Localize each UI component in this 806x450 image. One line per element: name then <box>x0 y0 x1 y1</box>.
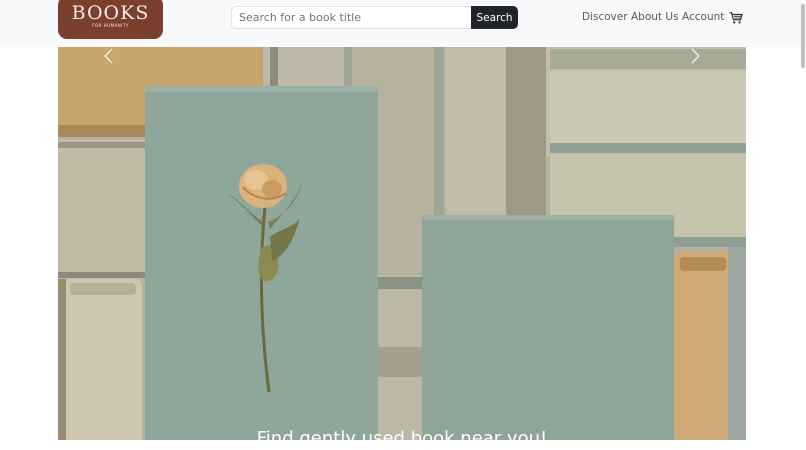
chevron-right-icon[interactable] <box>688 47 702 65</box>
navbar: BOOKS FOR HUMANITY Search Discover About… <box>0 0 806 47</box>
page-scrollbar[interactable] <box>799 0 806 440</box>
brand-logo[interactable]: BOOKS FOR HUMANITY <box>58 0 163 39</box>
hero-image <box>58 47 746 440</box>
chevron-left-icon[interactable] <box>102 47 116 65</box>
search-input[interactable] <box>231 6 472 29</box>
nav-discover[interactable]: Discover <box>582 11 628 24</box>
brand-name: BOOKS <box>71 2 150 24</box>
cart-icon[interactable] <box>729 11 743 25</box>
scrollbar-thumb[interactable] <box>801 4 805 68</box>
nav-account[interactable]: Account <box>682 11 724 24</box>
hero-caption: Find gently used book near you! <box>256 428 548 449</box>
search-button[interactable]: Search <box>471 6 518 29</box>
hero-carousel <box>58 47 746 440</box>
nav-about-us[interactable]: About Us <box>631 11 679 24</box>
